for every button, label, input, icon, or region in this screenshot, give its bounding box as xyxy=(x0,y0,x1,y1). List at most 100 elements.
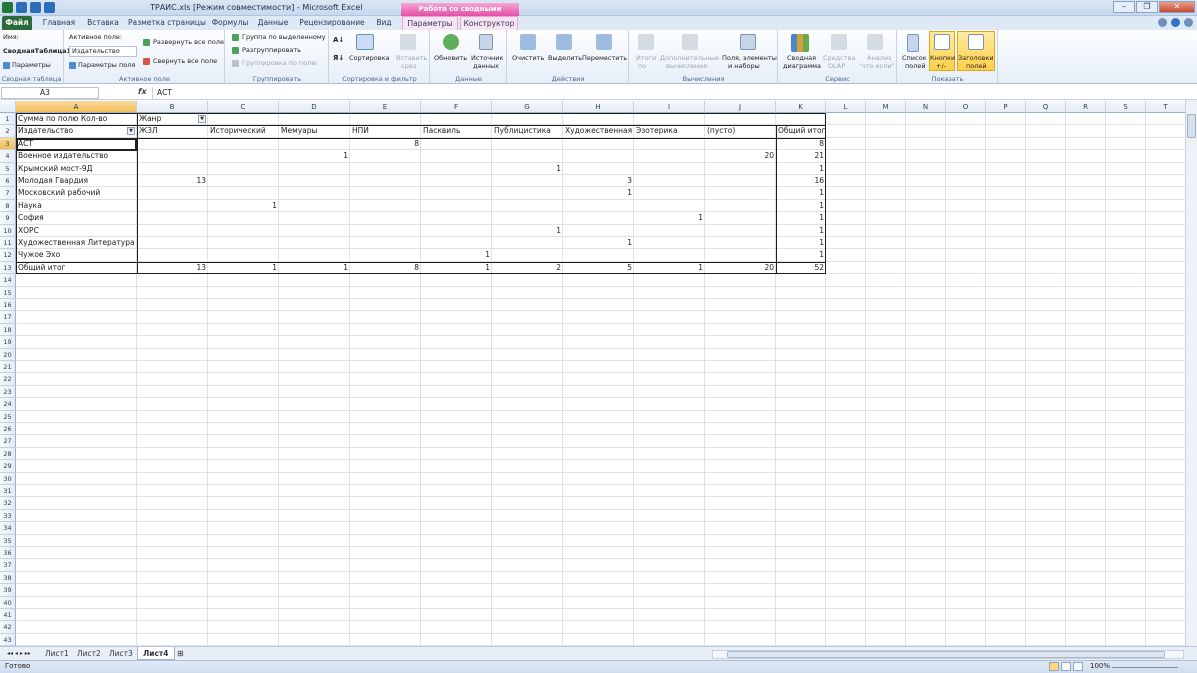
row-header[interactable]: 26 xyxy=(0,423,16,436)
insert-sheet-icon[interactable]: ⊞ xyxy=(172,647,189,660)
row-header[interactable]: 22 xyxy=(0,373,16,386)
sort-az-icon[interactable]: A↓ xyxy=(333,36,344,44)
column-header-b[interactable]: B xyxy=(137,101,208,113)
row-header[interactable]: 6 xyxy=(0,175,16,188)
column-header-p[interactable]: P xyxy=(986,101,1026,113)
tab-formulas[interactable]: Формулы xyxy=(208,16,252,30)
spreadsheet-grid[interactable]: A B C D E F G H I J K L M N O P Q R S T 1 2 3 4 5 6 7 8 9 10 11 12 13 14 1… xyxy=(0,101,1185,646)
column-header-m[interactable]: M xyxy=(866,101,906,113)
row-header[interactable]: 16 xyxy=(0,299,16,312)
column-header-o[interactable]: O xyxy=(946,101,986,113)
field-list-button[interactable]: Список xyxy=(902,54,927,62)
vertical-scrollbar[interactable] xyxy=(1185,100,1197,646)
row-header[interactable]: 21 xyxy=(0,361,16,374)
horizontal-scrollbar[interactable] xyxy=(712,650,1184,659)
tab-pivot-design[interactable]: Конструктор xyxy=(460,16,518,30)
tab-data[interactable]: Данные xyxy=(254,16,292,30)
row-header[interactable]: 24 xyxy=(0,398,16,411)
row-header[interactable]: 39 xyxy=(0,584,16,597)
sort-za-icon[interactable]: Я↓ xyxy=(333,54,344,62)
minimize-button[interactable]: – xyxy=(1113,1,1135,13)
sheet-tab-1[interactable]: Лист1 xyxy=(40,647,74,660)
row-header[interactable]: 42 xyxy=(0,621,16,634)
column-header-q[interactable]: Q xyxy=(1026,101,1066,113)
active-field-input[interactable]: Издательство xyxy=(69,46,137,57)
function-icon[interactable]: fx xyxy=(138,87,147,96)
pivot-name-field[interactable]: СводнаяТаблица1 xyxy=(3,47,71,55)
extra-calc-button[interactable]: Дополнительные xyxy=(660,54,719,62)
refresh-button[interactable]: Обновить xyxy=(434,54,467,62)
column-header-j[interactable]: J xyxy=(705,101,776,113)
row-header[interactable]: 2 xyxy=(0,125,16,138)
pivot-options-button[interactable]: Параметры xyxy=(12,61,51,69)
tab-file[interactable]: Файл xyxy=(2,16,32,30)
horizontal-scroll-thumb[interactable] xyxy=(727,651,1165,658)
row-header[interactable]: 19 xyxy=(0,336,16,349)
column-header-s[interactable]: S xyxy=(1106,101,1146,113)
column-header-g[interactable]: G xyxy=(492,101,563,113)
help-icon[interactable] xyxy=(1171,18,1180,27)
row-header[interactable]: 5 xyxy=(0,162,16,175)
sheet-tab-2[interactable]: Лист2 xyxy=(72,647,106,660)
row-header[interactable]: 35 xyxy=(0,534,16,547)
totals-button[interactable]: Итоги xyxy=(636,54,656,62)
what-if-button[interactable]: Анализ xyxy=(867,54,892,62)
column-header-l[interactable]: L xyxy=(826,101,866,113)
name-box[interactable]: A3 xyxy=(1,87,99,99)
undo-icon[interactable] xyxy=(30,2,41,13)
select-button[interactable]: Выделить xyxy=(548,54,582,62)
row-header[interactable]: 13 xyxy=(0,261,16,275)
formula-input[interactable]: АСТ xyxy=(152,87,1183,99)
row-header[interactable]: 40 xyxy=(0,596,16,609)
row-header[interactable]: 38 xyxy=(0,571,16,585)
row-header[interactable]: 3 xyxy=(0,137,16,151)
row-header[interactable]: 1 xyxy=(0,113,16,126)
row-header[interactable]: 23 xyxy=(0,385,16,399)
fields-items-button[interactable]: Поля, элементы xyxy=(722,54,777,62)
column-header-k[interactable]: K xyxy=(776,101,826,113)
sort-button[interactable]: Сортировка xyxy=(349,54,390,62)
close-button[interactable]: ✕ xyxy=(1159,1,1195,13)
row-header[interactable]: 30 xyxy=(0,472,16,485)
sheet-nav-arrows[interactable]: ◂◂ ◂ ▸ ▸▸ xyxy=(2,647,36,660)
maximize-button[interactable]: ❐ xyxy=(1136,1,1158,13)
row-header[interactable]: 29 xyxy=(0,460,16,473)
row-header[interactable]: 37 xyxy=(0,559,16,572)
save-icon[interactable] xyxy=(16,2,27,13)
row-header[interactable]: 17 xyxy=(0,311,16,324)
row-header[interactable]: 12 xyxy=(0,249,16,262)
row-header[interactable]: 34 xyxy=(0,522,16,535)
clear-button[interactable]: Очистить xyxy=(512,54,544,62)
page-layout-view-icon[interactable] xyxy=(1061,662,1071,671)
zoom-level[interactable]: 100% xyxy=(1090,662,1110,670)
row-header[interactable]: 14 xyxy=(0,274,16,287)
sheet-tab-3[interactable]: Лист3 xyxy=(104,647,138,660)
row-header[interactable]: 25 xyxy=(0,410,16,423)
column-header-n[interactable]: N xyxy=(906,101,946,113)
vertical-scroll-thumb[interactable] xyxy=(1187,114,1196,138)
select-all-corner[interactable] xyxy=(0,101,16,113)
field-settings-button[interactable]: Параметры поля xyxy=(78,61,135,69)
row-header[interactable]: 9 xyxy=(0,212,16,225)
column-header-e[interactable]: E xyxy=(350,101,421,113)
ungroup-button[interactable]: Разгруппировать xyxy=(242,46,301,54)
expand-field-button[interactable]: Развернуть все поле xyxy=(153,38,224,46)
column-header-h[interactable]: H xyxy=(563,101,634,113)
row-header[interactable]: 20 xyxy=(0,348,16,361)
column-header-a[interactable]: A xyxy=(16,101,137,113)
column-header-c[interactable]: C xyxy=(208,101,279,113)
data-source-button[interactable]: Источник xyxy=(471,54,503,62)
insert-slicer-button[interactable]: Вставить xyxy=(396,54,427,62)
row-header[interactable]: 7 xyxy=(0,187,16,200)
page-break-view-icon[interactable] xyxy=(1073,662,1083,671)
column-header-f[interactable]: F xyxy=(421,101,492,113)
tab-home[interactable]: Главная xyxy=(38,16,80,30)
tab-insert[interactable]: Вставка xyxy=(82,16,124,30)
row-header[interactable]: 33 xyxy=(0,509,16,523)
normal-view-icon[interactable] xyxy=(1049,662,1059,671)
column-header-t[interactable]: T xyxy=(1146,101,1185,113)
row-header[interactable]: 36 xyxy=(0,547,16,560)
row-header[interactable]: 31 xyxy=(0,485,16,498)
column-header-d[interactable]: D xyxy=(279,101,350,113)
collapse-field-button[interactable]: Свернуть все поле xyxy=(153,57,217,65)
